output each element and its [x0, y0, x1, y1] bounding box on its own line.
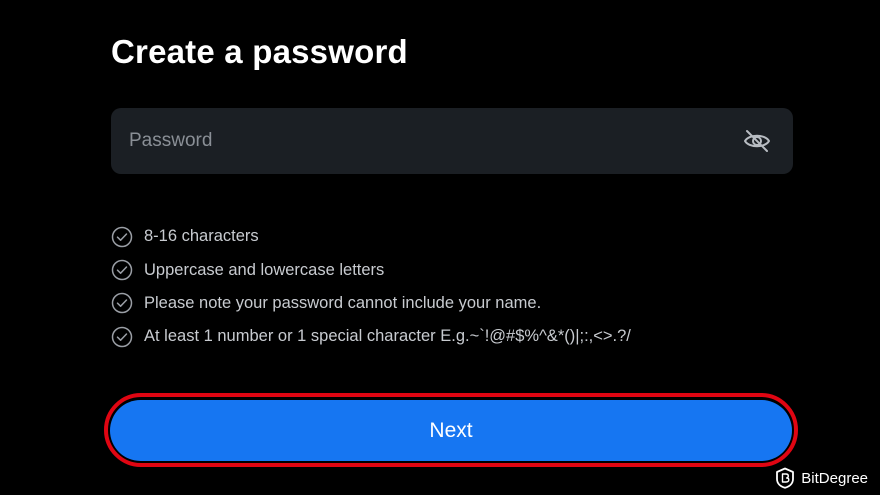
requirement-case: Uppercase and lowercase letters — [111, 253, 631, 286]
requirement-number-special: At least 1 number or 1 special character… — [111, 320, 631, 353]
check-circle-icon — [111, 259, 133, 281]
create-password-page: Create a password 8-16 characters Upperc… — [0, 0, 880, 495]
eye-off-icon[interactable] — [743, 128, 771, 154]
next-button[interactable]: Next — [110, 400, 792, 461]
password-field-container[interactable] — [111, 108, 793, 174]
requirement-length: 8-16 characters — [111, 220, 631, 253]
check-circle-icon — [111, 293, 133, 314]
requirement-no-name: Please note your password cannot include… — [111, 287, 631, 320]
bitdegree-logo-icon — [776, 467, 795, 489]
requirement-text: 8-16 characters — [144, 227, 259, 246]
requirement-text: At least 1 number or 1 special character… — [144, 327, 631, 346]
check-circle-icon — [111, 226, 133, 247]
password-requirements-list: 8-16 characters Uppercase and lowercase … — [111, 220, 631, 354]
requirement-text: Uppercase and lowercase letters — [144, 260, 385, 279]
watermark-text: BitDegree — [801, 469, 868, 487]
requirement-text: Please note your password cannot include… — [144, 293, 542, 312]
watermark: BitDegree — [775, 467, 868, 489]
password-input[interactable] — [129, 108, 729, 174]
check-circle-icon — [111, 326, 133, 348]
page-title: Create a password — [111, 33, 408, 70]
